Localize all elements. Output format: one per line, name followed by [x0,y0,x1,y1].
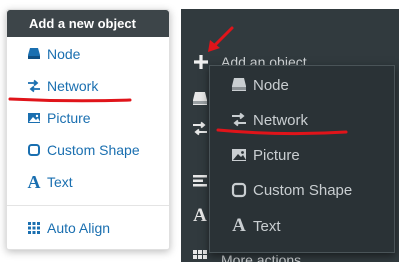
grid-icon[interactable] [192,249,208,262]
menu-item-node[interactable]: Node [27,43,80,65]
custom-shape-icon [231,182,247,198]
menu-item-label: Text [47,174,73,190]
menu-item-label: Auto Align [47,220,111,236]
submenu-item-label: Text [253,217,281,235]
auto-align-icon [27,221,41,235]
menu-item-picture[interactable]: Picture [27,107,91,129]
text-icon[interactable]: A [192,205,208,226]
submenu-item-node[interactable]: Node [231,73,289,97]
text-icon: A [232,215,246,236]
network-icon [231,112,247,128]
menu-item-label: Node [47,46,81,62]
node-icon [27,47,41,61]
node-icon[interactable] [192,91,208,107]
add-object-submenu-dark: Node Network Picture Custom Shape A Text [209,65,395,253]
menu-item-label: Network [47,78,99,94]
submenu-item-custom-shape[interactable]: Custom Shape [231,178,352,202]
menu-divider [7,205,169,206]
picture-icon [27,111,41,125]
add-object-menu-light: Add a new object Node Network Picture Cu… [6,9,170,250]
text-icon: A [27,171,41,192]
picture-icon [231,147,247,163]
submenu-item-label: Network [253,111,309,129]
submenu-item-picture[interactable]: Picture [231,143,300,167]
menu-item-label: Custom Shape [47,142,140,158]
menu-item-network[interactable]: Network [27,75,98,97]
menu-item-label: Picture [47,110,91,126]
list-icon[interactable] [192,173,208,189]
submenu-item-label: Custom Shape [253,181,353,199]
submenu-item-label: Picture [253,146,300,164]
menu-item-text[interactable]: A Text [27,171,73,193]
screenshot-canvas: Add a new object Node Network Picture Cu… [0,0,399,262]
more-actions-label[interactable]: More actions [221,252,301,262]
network-icon [27,79,41,93]
menu-item-auto-align[interactable]: Auto Align [27,217,110,239]
menu-header: Add a new object [7,10,169,37]
custom-shape-icon [27,143,41,157]
submenu-item-network[interactable]: Network [231,108,308,132]
submenu-item-text[interactable]: A Text [231,214,281,238]
node-icon [231,77,247,93]
menu-item-custom-shape[interactable]: Custom Shape [27,139,140,161]
network-icon[interactable] [192,121,208,137]
plus-icon[interactable] [192,53,210,71]
submenu-item-label: Node [253,76,289,94]
